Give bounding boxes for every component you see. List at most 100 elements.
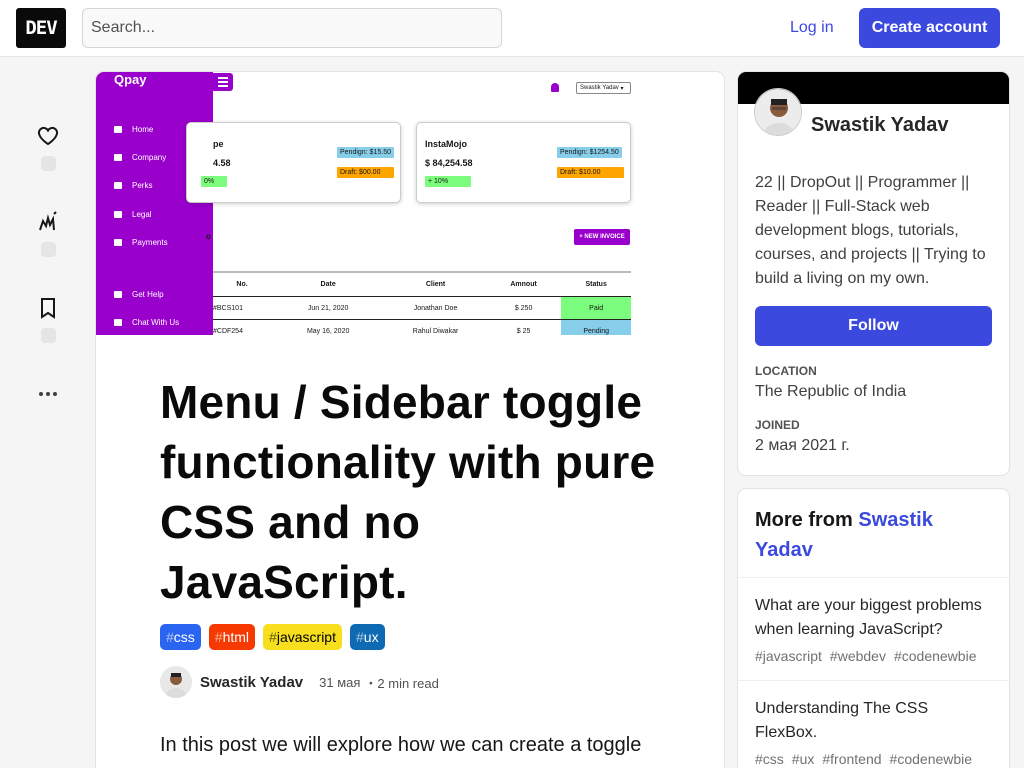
cover-image: Qpay Home Company Perks Legal Payments G…	[96, 72, 724, 335]
location-label: LOCATION	[755, 364, 817, 378]
cover-table-column-header: Client	[425, 281, 446, 288]
profile-bio: 22 || DropOut || Programmer || Reader ||…	[755, 174, 986, 287]
more-item-tag[interactable]: #frontend	[822, 751, 881, 767]
cover-sidebar: Qpay Home Company Perks Legal Payments G…	[96, 72, 213, 335]
more-options-button[interactable]	[28, 382, 68, 406]
cover-draft-pill: Draft: $10.00	[557, 167, 624, 178]
location-value: The Republic of India	[755, 383, 907, 400]
cover-card-amount: 4.58	[213, 158, 231, 168]
joined-value: 2 мая 2021 г.	[755, 437, 850, 454]
read-time: ・2 min read	[364, 675, 439, 691]
bookmark-icon	[41, 298, 55, 319]
cover-menu-item: Payments	[114, 238, 168, 247]
cover-table-cell: Jun 21, 2020	[307, 304, 349, 312]
joined-label: JOINED	[755, 418, 800, 432]
more-from-heading: More from Swastik Yadav	[738, 489, 1009, 578]
cover-pending-pill: Pendign: $15.50	[337, 147, 394, 158]
cover-table-column-header: Status	[585, 281, 607, 288]
author-profile-card: Swastik Yadav 22 || DropOut || Programme…	[738, 72, 1009, 475]
author-avatar[interactable]	[160, 666, 192, 698]
cover-menu-item: Chat With Us	[114, 318, 179, 327]
cover-table-cell: Rahul Diwakar	[412, 327, 459, 335]
cover-draft-pill: Draft: $00.00	[337, 167, 394, 178]
cover-change-pill: + 10%	[425, 176, 471, 187]
card-icon	[114, 239, 122, 246]
cover-menu-item: Perks	[114, 181, 152, 190]
more-item-tag[interactable]: #ux	[792, 751, 815, 767]
more-item-tag[interactable]: #css	[755, 751, 784, 767]
unicorn-reaction-button[interactable]	[28, 210, 68, 257]
cover-table-row: #BCS101 Jun 21, 2020 Jonathan Doe $ 250 Paid	[213, 297, 631, 320]
building-icon	[114, 154, 122, 161]
cover-table-column-header: Amnout	[510, 281, 537, 288]
help-icon	[114, 291, 122, 298]
cover-status-cell: Pending	[561, 320, 631, 335]
cover-status-cell: Paid	[561, 297, 631, 319]
cover-table-cell: #BCS101	[213, 304, 243, 312]
dev-logo[interactable]: DEV	[16, 8, 66, 48]
more-item-title[interactable]: What are your biggest problems when lear…	[755, 594, 992, 642]
cover-table-cell: May 16, 2020	[306, 327, 350, 335]
article-intro: In this post we will explore how we can …	[160, 734, 642, 756]
heart-reaction-button[interactable]	[28, 124, 68, 171]
cover-card-amount: $ 84,254.58	[425, 158, 473, 168]
follow-button[interactable]: Follow	[755, 306, 992, 346]
tag-ux[interactable]: # ux	[349, 624, 385, 650]
cover-new-invoice-button: + NEW INVOICE	[574, 229, 630, 245]
person-avatar-icon	[755, 89, 801, 135]
bookmark-count	[40, 328, 56, 343]
more-item-tag[interactable]: #codenewbie	[894, 648, 977, 664]
heart-count	[40, 156, 56, 171]
bookmark-reaction-button[interactable]	[28, 296, 68, 343]
article-date: 31 мая	[319, 674, 361, 690]
cover-table-cell: #CDF254	[213, 327, 243, 335]
cover-table-cell: $ 25	[516, 327, 531, 335]
cover-user-select: Swastik Yadav ▾	[576, 82, 631, 94]
more-item-title[interactable]: Understanding The CSS FlexBox.	[755, 697, 992, 745]
dollar-icon	[114, 182, 122, 189]
tag-javascript[interactable]: # javascript	[263, 624, 342, 650]
article-card: Qpay Home Company Perks Legal Payments G…	[96, 72, 724, 768]
more-item-tags: #css #ux #frontend #codenewbie	[755, 751, 992, 767]
more-item-tags: #javascript #webdev #codenewbie	[755, 648, 992, 664]
search-input[interactable]	[82, 8, 502, 48]
more-icon	[39, 392, 57, 396]
cover-change-pill: 0%	[201, 176, 227, 187]
cover-table: No. Date Client Amnout Status #BCS101 Jun 21, …	[213, 271, 631, 335]
more-from-item[interactable]: What are your biggest problems when lear…	[738, 578, 1009, 681]
profile-name[interactable]: Swastik Yadav	[811, 114, 949, 137]
article-author-row: Swastik Yadav 31 мая ・2 min read	[160, 666, 660, 698]
document-icon	[114, 211, 122, 218]
chat-icon	[114, 319, 122, 326]
cover-pending-pill: Pendign: $1254.50	[557, 147, 622, 158]
more-item-tag[interactable]: #codenewbie	[890, 751, 973, 767]
cover-menu-item: Home	[114, 125, 153, 134]
cover-menu-item: Get Help	[114, 290, 164, 299]
cover-brand: Qpay	[114, 72, 147, 87]
profile-avatar[interactable]	[754, 88, 802, 136]
article-title: Menu / Sidebar toggle functionality with…	[160, 376, 656, 608]
cover-bell-icon	[551, 83, 559, 92]
heart-icon	[37, 126, 59, 146]
more-from-author: More from Swastik Yadav What are your bi…	[738, 489, 1009, 768]
cover-hamburger-icon	[213, 73, 233, 91]
cover-card: InstaMojo $ 84,254.58 Pendign: $1254.50 …	[416, 122, 631, 203]
unicorn-icon	[39, 211, 57, 231]
login-link[interactable]: Log in	[778, 8, 846, 48]
cover-table-row: #CDF254 May 16, 2020 Rahul Diwakar $ 25 Pend…	[213, 320, 631, 335]
author-name[interactable]: Swastik Yadav	[200, 674, 303, 691]
tag-css[interactable]: # css	[160, 624, 201, 650]
cover-section-title: o	[206, 232, 211, 241]
cover-table-column-header: No.	[236, 281, 248, 288]
unicorn-count	[40, 242, 56, 257]
create-account-button[interactable]: Create account	[859, 8, 1000, 48]
more-from-item[interactable]: Understanding The CSS FlexBox. #css #ux …	[738, 681, 1009, 768]
more-item-tag[interactable]: #javascript	[755, 648, 822, 664]
tag-html[interactable]: # html	[208, 624, 256, 650]
home-icon	[114, 126, 122, 133]
cover-table-cell: Jonathan Doe	[413, 304, 458, 312]
article-tags: # css # html # javascript # ux	[160, 624, 660, 650]
article-body: Menu / Sidebar toggle functionality with…	[160, 372, 660, 760]
cover-card: pe 4.58 Pendign: $15.50 Draft: $00.00 0%	[186, 122, 401, 203]
more-item-tag[interactable]: #webdev	[830, 648, 886, 664]
